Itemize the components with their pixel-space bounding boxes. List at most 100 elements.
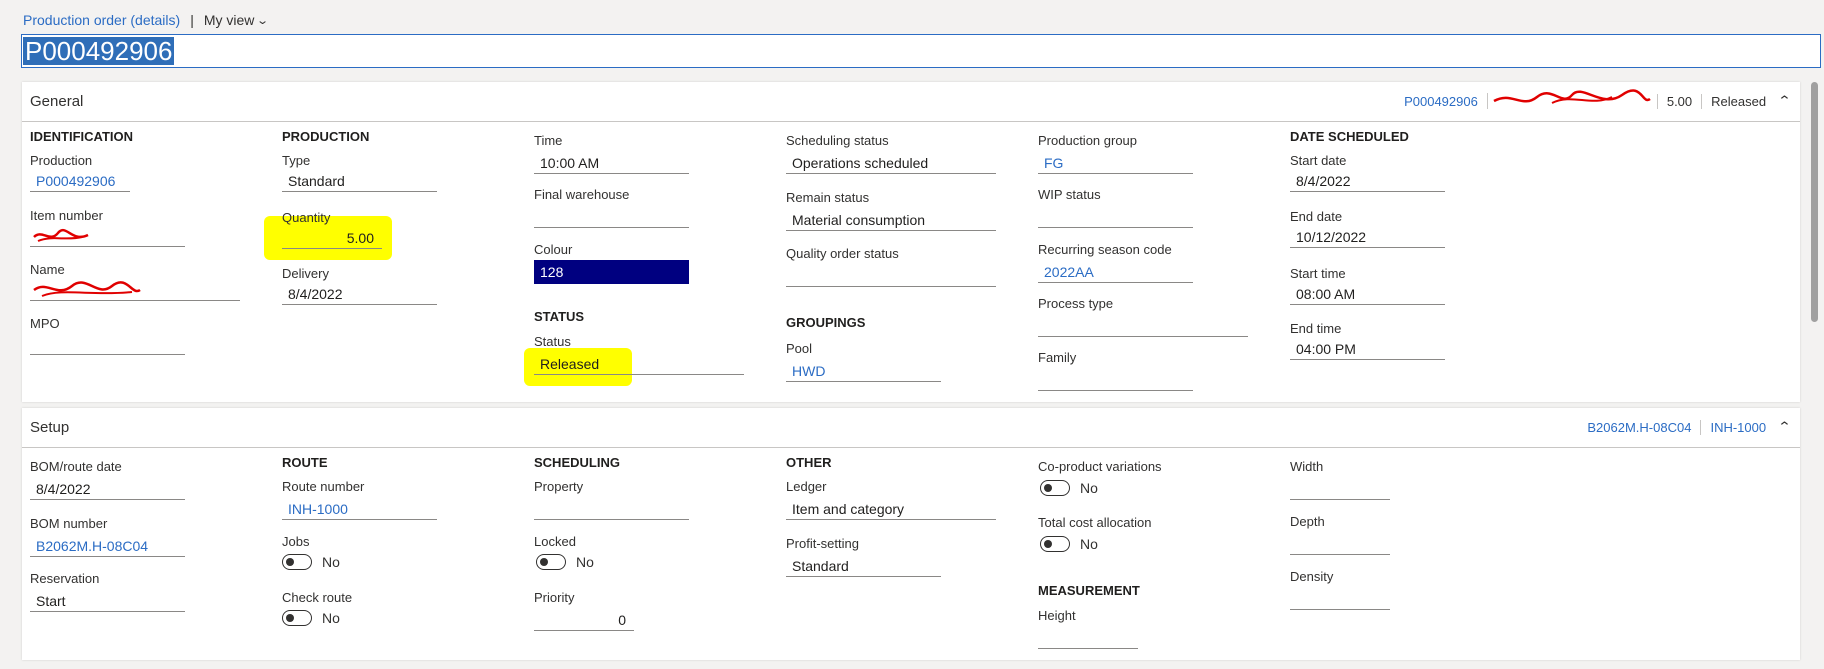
wip-status-field[interactable] xyxy=(1038,206,1193,228)
time-label: Time xyxy=(534,133,563,148)
locked-toggle[interactable]: No xyxy=(536,554,594,570)
end-time-field[interactable]: 04:00 PM xyxy=(1290,338,1445,360)
summary-production-link[interactable]: P000492906 xyxy=(1395,94,1487,109)
bom-number-field[interactable]: B2062M.H-08C04 xyxy=(30,535,185,557)
start-time-field[interactable]: 08:00 AM xyxy=(1290,283,1445,305)
jobs-toggle[interactable]: No xyxy=(282,554,340,570)
summary-status: Released xyxy=(1701,93,1775,109)
pool-label: Pool xyxy=(786,341,813,356)
remain-status-field[interactable]: Material consumption xyxy=(786,209,996,231)
setup-title: Setup xyxy=(30,419,70,436)
delivery-field[interactable]: 8/4/2022 xyxy=(282,283,437,305)
toggle-switch-icon xyxy=(536,554,566,570)
ledger-field[interactable]: Item and category xyxy=(786,498,996,520)
breadcrumb-separator: | xyxy=(190,12,194,28)
co-product-variations-value: No xyxy=(1080,480,1098,496)
wip-status-label: WIP status xyxy=(1038,187,1101,202)
bom-route-date-field[interactable]: 8/4/2022 xyxy=(30,478,185,500)
co-product-variations-label: Co-product variations xyxy=(1038,459,1162,474)
bom-number-label: BOM number xyxy=(30,516,108,531)
breadcrumb-page-link[interactable]: Production order (details) xyxy=(23,12,180,28)
family-field[interactable] xyxy=(1038,369,1193,391)
name-label: Name xyxy=(30,262,65,277)
summary-redacted xyxy=(1486,89,1657,109)
height-field[interactable] xyxy=(1038,627,1138,649)
page-title-field[interactable]: P000492906 xyxy=(21,34,1821,68)
view-selector[interactable]: My view ⌄ xyxy=(203,12,270,28)
item-number-label: Item number xyxy=(30,208,103,223)
general-summary: P000492906 5.00 Released ⌃ xyxy=(1395,89,1792,109)
production-field[interactable]: P000492906 xyxy=(30,170,130,192)
total-cost-allocation-toggle[interactable]: No xyxy=(1040,536,1098,552)
end-time-label: End time xyxy=(1290,321,1342,336)
date-scheduled-heading: DATE SCHEDULED xyxy=(1290,129,1409,144)
process-type-field[interactable] xyxy=(1038,315,1248,337)
vertical-scrollbar[interactable] xyxy=(1811,82,1818,322)
check-route-toggle[interactable]: No xyxy=(282,610,340,626)
scheduling-heading: SCHEDULING xyxy=(534,455,620,470)
priority-field[interactable]: 0 xyxy=(534,609,634,631)
colour-field[interactable]: 128 xyxy=(534,260,689,284)
height-label: Height xyxy=(1038,608,1076,623)
status-heading: STATUS xyxy=(534,309,585,324)
recurring-season-code-label: Recurring season code xyxy=(1038,242,1172,257)
check-route-label: Check route xyxy=(282,590,353,605)
redaction-scribble xyxy=(33,281,141,297)
summary-bom-link[interactable]: B2062M.H-08C04 xyxy=(1578,420,1700,435)
toggle-switch-icon xyxy=(282,610,312,626)
co-product-variations-toggle[interactable]: No xyxy=(1040,480,1098,496)
profit-setting-field[interactable]: Standard xyxy=(786,555,941,577)
density-field[interactable] xyxy=(1290,588,1390,610)
quantity-field[interactable]: 5.00 xyxy=(282,227,382,249)
property-label: Property xyxy=(534,479,584,494)
setup-header[interactable]: Setup B2062M.H-08C04 INH-1000 ⌃ xyxy=(22,408,1800,448)
property-field[interactable] xyxy=(534,498,689,520)
recurring-season-code-field[interactable]: 2022AA xyxy=(1038,261,1193,283)
identification-heading: IDENTIFICATION xyxy=(30,129,134,144)
collapse-icon[interactable]: ⌃ xyxy=(1777,419,1791,435)
end-date-label: End date xyxy=(1290,209,1343,224)
end-date-field[interactable]: 10/12/2022 xyxy=(1290,226,1445,248)
production-heading: PRODUCTION xyxy=(282,129,370,144)
reservation-field[interactable]: Start xyxy=(30,590,185,612)
general-section: General P000492906 5.00 Released ⌃ IDENT… xyxy=(22,82,1800,402)
route-number-field[interactable]: INH-1000 xyxy=(282,498,437,520)
jobs-value: No xyxy=(322,554,340,570)
colour-label: Colour xyxy=(534,242,573,257)
depth-field[interactable] xyxy=(1290,533,1390,555)
status-field[interactable]: Released xyxy=(534,353,744,375)
redaction-scribble xyxy=(1493,89,1651,104)
mpo-field[interactable] xyxy=(30,333,185,355)
start-date-field[interactable]: 8/4/2022 xyxy=(1290,170,1445,192)
density-label: Density xyxy=(1290,569,1334,584)
family-label: Family xyxy=(1038,350,1077,365)
type-field[interactable]: Standard xyxy=(282,170,437,192)
remain-status-label: Remain status xyxy=(786,190,870,205)
toggle-switch-icon xyxy=(1040,480,1070,496)
status-label: Status xyxy=(534,334,571,349)
route-heading: ROUTE xyxy=(282,455,328,470)
redaction-scribble xyxy=(33,228,89,242)
summary-quantity: 5.00 xyxy=(1656,93,1701,109)
mpo-label: MPO xyxy=(30,316,60,331)
general-header[interactable]: General P000492906 5.00 Released ⌃ xyxy=(22,82,1800,122)
collapse-icon[interactable]: ⌃ xyxy=(1777,93,1791,109)
width-field[interactable] xyxy=(1290,478,1390,500)
route-number-label: Route number xyxy=(282,479,365,494)
groupings-heading: GROUPINGS xyxy=(786,315,866,330)
depth-label: Depth xyxy=(1290,514,1325,529)
item-number-field[interactable] xyxy=(30,225,185,247)
summary-route-link[interactable]: INH-1000 xyxy=(1700,419,1775,435)
page-title: P000492906 xyxy=(23,36,175,66)
production-group-label: Production group xyxy=(1038,133,1138,148)
start-date-label: Start date xyxy=(1290,153,1347,168)
time-field[interactable]: 10:00 AM xyxy=(534,152,689,174)
production-group-field[interactable]: FG xyxy=(1038,152,1193,174)
delivery-label: Delivery xyxy=(282,266,329,281)
scheduling-status-field[interactable]: Operations scheduled xyxy=(786,152,996,174)
view-label: My view xyxy=(203,12,255,28)
pool-field[interactable]: HWD xyxy=(786,360,941,382)
quality-order-status-field[interactable] xyxy=(786,265,996,287)
final-warehouse-field[interactable] xyxy=(534,206,689,228)
name-field[interactable] xyxy=(30,279,240,301)
